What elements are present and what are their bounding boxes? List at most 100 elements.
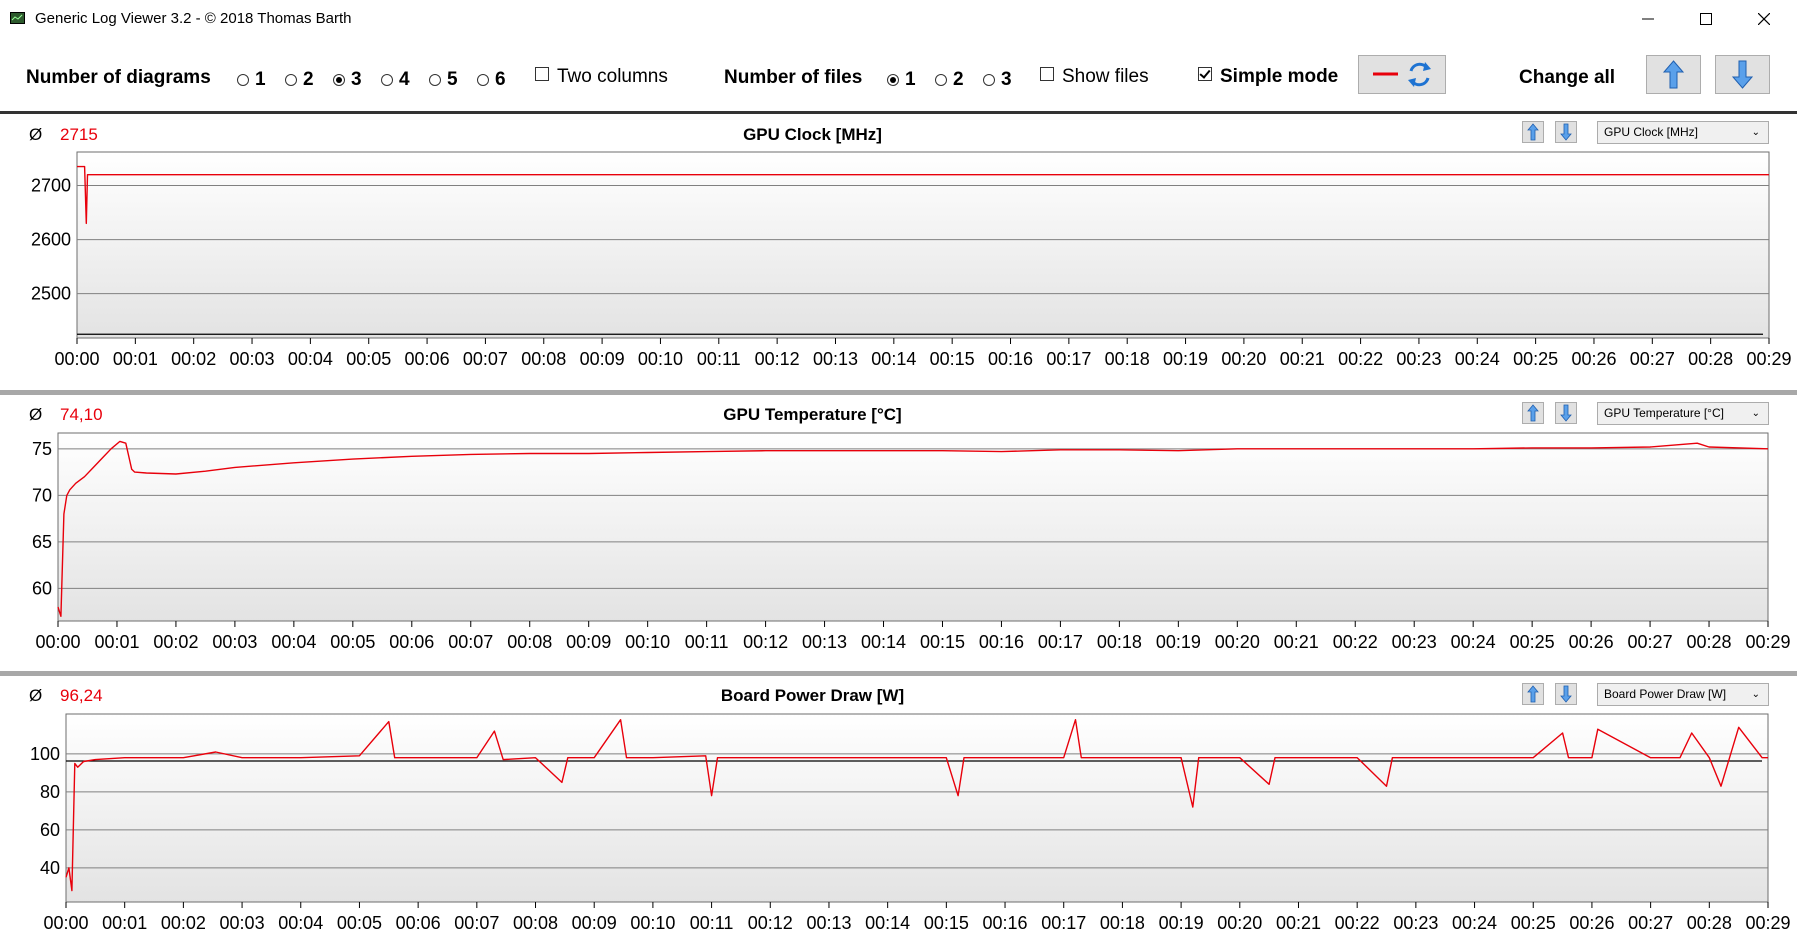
channel-select[interactable]: GPU Clock [MHz] ⌄	[1597, 121, 1769, 144]
show-files-checkbox[interactable]: Show files	[1040, 66, 1149, 88]
x-tick-label: 00:11	[690, 913, 734, 933]
x-tick-label: 00:06	[405, 349, 450, 369]
x-tick-label: 00:03	[230, 349, 275, 369]
diagrams-radio-4[interactable]: 4	[381, 69, 410, 91]
refresh-icon	[1408, 62, 1431, 87]
channel-select-value: GPU Temperature [°C]	[1604, 406, 1724, 420]
x-tick-label: 00:05	[337, 913, 382, 933]
x-tick-label: 00:19	[1163, 349, 1208, 369]
move-up-button[interactable]	[1522, 683, 1544, 705]
x-tick-label: 00:00	[43, 913, 88, 933]
move-down-button[interactable]	[1555, 683, 1577, 705]
y-tick-label: 60	[32, 578, 52, 598]
maximize-button[interactable]	[1683, 0, 1729, 38]
x-tick-label: 00:21	[1274, 632, 1319, 652]
x-tick-label: 00:15	[930, 349, 975, 369]
y-tick-label: 2600	[31, 230, 71, 250]
plot-area	[65, 713, 1769, 903]
diagrams-radio-1[interactable]: 1	[237, 69, 266, 91]
close-button[interactable]	[1741, 0, 1787, 38]
move-up-button[interactable]	[1522, 121, 1544, 143]
x-tick-label: 00:26	[1569, 913, 1614, 933]
arrow-down-icon	[1560, 404, 1572, 422]
x-tick-label: 00:21	[1280, 349, 1325, 369]
number-of-files-label: Number of files	[724, 67, 863, 88]
x-tick-label: 00:23	[1396, 349, 1441, 369]
y-tick-label: 75	[32, 439, 52, 459]
minimize-button[interactable]	[1625, 0, 1671, 38]
diagrams-radio-6[interactable]: 6	[477, 69, 506, 91]
move-down-button[interactable]	[1555, 121, 1577, 143]
x-tick-label: 00:09	[572, 913, 617, 933]
x-tick-label: 00:22	[1333, 632, 1378, 652]
files-radio-3[interactable]: 3	[983, 69, 1012, 91]
x-tick-label: 00:01	[113, 349, 158, 369]
arrow-up-icon	[1527, 404, 1539, 422]
line-color-button[interactable]	[1358, 55, 1446, 94]
files-radio-1[interactable]: 1	[887, 69, 916, 91]
channel-select[interactable]: GPU Temperature [°C] ⌄	[1597, 402, 1769, 425]
x-tick-label: 00:03	[212, 632, 257, 652]
arrow-down-icon	[1560, 123, 1572, 141]
move-all-up-button[interactable]	[1646, 55, 1701, 94]
x-tick-label: 00:25	[1510, 632, 1555, 652]
x-tick-label: 00:06	[396, 913, 441, 933]
diagrams-radio-2[interactable]: 2	[285, 69, 314, 91]
x-tick-label: 00:23	[1393, 913, 1438, 933]
plot-area	[76, 151, 1770, 339]
x-tick-label: 00:08	[507, 632, 552, 652]
toolbar: Number of diagrams 1 2 3 4 5 6 Two colum…	[0, 38, 1797, 112]
x-tick-label: 00:23	[1392, 632, 1437, 652]
x-tick-label: 00:24	[1451, 632, 1496, 652]
x-tick-label: 00:18	[1105, 349, 1150, 369]
two-columns-checkbox[interactable]: Two columns	[535, 66, 668, 88]
x-tick-label: 00:20	[1221, 349, 1266, 369]
move-down-button[interactable]	[1555, 402, 1577, 424]
x-tick-label: 00:10	[630, 913, 675, 933]
x-tick-label: 00:27	[1630, 349, 1675, 369]
x-tick-label: 00:09	[580, 349, 625, 369]
maximize-icon	[1700, 13, 1712, 25]
x-tick-label: 00:18	[1097, 632, 1142, 652]
x-tick-label: 00:16	[983, 913, 1028, 933]
x-tick-label: 00:28	[1687, 632, 1732, 652]
y-tick-label: 2500	[31, 284, 71, 304]
x-tick-label: 00:28	[1687, 913, 1732, 933]
x-tick-label: 00:07	[454, 913, 499, 933]
y-tick-label: 60	[40, 820, 60, 840]
x-tick-label: 00:14	[865, 913, 910, 933]
chevron-down-icon: ⌄	[1751, 127, 1760, 138]
x-tick-label: 00:08	[513, 913, 558, 933]
x-tick-label: 00:24	[1452, 913, 1497, 933]
arrow-down-icon	[1560, 685, 1572, 703]
files-radio-2[interactable]: 2	[935, 69, 964, 91]
diagram-title: Board Power Draw [W]	[720, 686, 905, 705]
x-tick-label: 00:13	[806, 913, 851, 933]
x-tick-label: 00:28	[1688, 349, 1733, 369]
x-tick-label: 00:02	[171, 349, 216, 369]
arrow-up-icon	[1662, 60, 1685, 89]
arrow-down-icon	[1731, 60, 1754, 89]
x-tick-label: 00:13	[813, 349, 858, 369]
x-tick-label: 00:25	[1513, 349, 1558, 369]
diagrams-radio-3[interactable]: 3	[333, 69, 362, 91]
diagram-title: GPU Clock [MHz]	[743, 125, 882, 144]
chevron-down-icon: ⌄	[1751, 408, 1760, 419]
x-tick-label: 00:10	[638, 349, 683, 369]
x-tick-label: 00:01	[102, 913, 147, 933]
x-tick-label: 00:22	[1335, 913, 1380, 933]
x-tick-label: 00:19	[1156, 632, 1201, 652]
x-tick-label: 00:11	[685, 632, 729, 652]
move-up-button[interactable]	[1522, 402, 1544, 424]
simple-mode-checkbox[interactable]: Simple mode	[1198, 66, 1338, 88]
move-all-down-button[interactable]	[1715, 55, 1770, 94]
gpu-clock-chart: 2500 2600 2700 00:00 00:01 00:02 00:03 00:04 00:…	[31, 151, 1792, 369]
x-tick-label: 00:02	[153, 632, 198, 652]
diagrams-radio-5[interactable]: 5	[429, 69, 458, 91]
x-tick-label: 00:14	[871, 349, 916, 369]
x-tick-label: 00:14	[861, 632, 906, 652]
channel-select[interactable]: Board Power Draw [W] ⌄	[1597, 683, 1769, 706]
x-tick-label: 00:12	[748, 913, 793, 933]
y-tick-label: 70	[32, 485, 52, 505]
x-tick-label: 00:13	[802, 632, 847, 652]
